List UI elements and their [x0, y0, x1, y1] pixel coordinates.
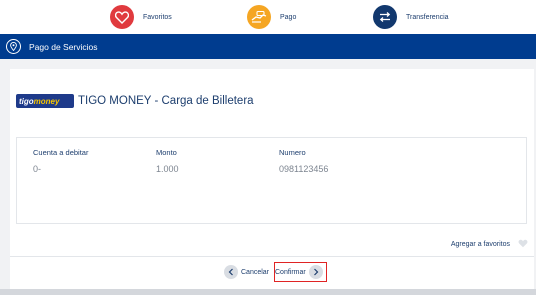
account-column: Cuenta a debitar 0-: [33, 148, 88, 174]
amount-column: Monto 1.000: [156, 148, 179, 174]
cancel-label: Cancelar: [241, 268, 270, 276]
section-title: Pago de Servicios: [29, 41, 98, 52]
provider-header: tigo money TIGO MONEY - Carga de Billeter…: [16, 94, 254, 108]
cancel-button[interactable]: Cancelar: [224, 265, 269, 279]
amount-label: Monto: [156, 148, 177, 157]
favorites-label: Favoritos: [143, 13, 172, 21]
confirm-label: Confirmar: [275, 268, 306, 276]
quick-actions-bar: Favoritos Pago Transferencia: [0, 0, 536, 34]
payment-detail-box: Cuenta a debitar 0- Monto 1.000 Numero 0…: [16, 137, 527, 224]
payment-panel: tigo money TIGO MONEY - Carga de Billeter…: [10, 69, 534, 295]
logo-text-money: money: [33, 96, 60, 106]
add-to-favorites-label: Agregar a favoritos: [450, 240, 510, 248]
payment-hand-icon: [247, 5, 271, 29]
account-label: Cuenta a debitar: [33, 148, 89, 157]
bottom-strip: [0, 289, 536, 295]
heart-icon: [110, 5, 134, 29]
confirm-button[interactable]: Confirmar: [274, 262, 327, 282]
number-value: 0981123456: [279, 164, 329, 174]
favorites-shortcut[interactable]: Favoritos: [110, 4, 172, 30]
amount-value: 1.000: [156, 164, 179, 174]
add-to-favorites-button[interactable]: Agregar a favoritos: [451, 235, 528, 253]
section-header: Pago de Servicios: [0, 34, 536, 59]
transfer-arrows-icon: [373, 5, 397, 29]
footer-divider: [10, 256, 534, 257]
heart-outline-icon: [518, 235, 528, 253]
number-column: Numero 0981123456: [279, 148, 328, 174]
transfer-label: Transferencia: [406, 13, 449, 21]
payment-shortcut[interactable]: Pago: [247, 4, 296, 30]
number-label: Numero: [279, 148, 306, 157]
chevron-right-icon: [308, 265, 323, 279]
transfer-shortcut[interactable]: Transferencia: [373, 4, 449, 30]
account-value: 0-: [33, 164, 42, 174]
logo-text-tigo: tigo: [19, 96, 34, 106]
tigo-money-logo: tigo money: [16, 94, 74, 108]
location-pin-icon: [6, 39, 21, 54]
provider-name: TIGO MONEY - Carga de Billetera: [78, 95, 254, 107]
chevron-left-icon: [224, 265, 238, 279]
payment-label: Pago: [280, 13, 297, 21]
